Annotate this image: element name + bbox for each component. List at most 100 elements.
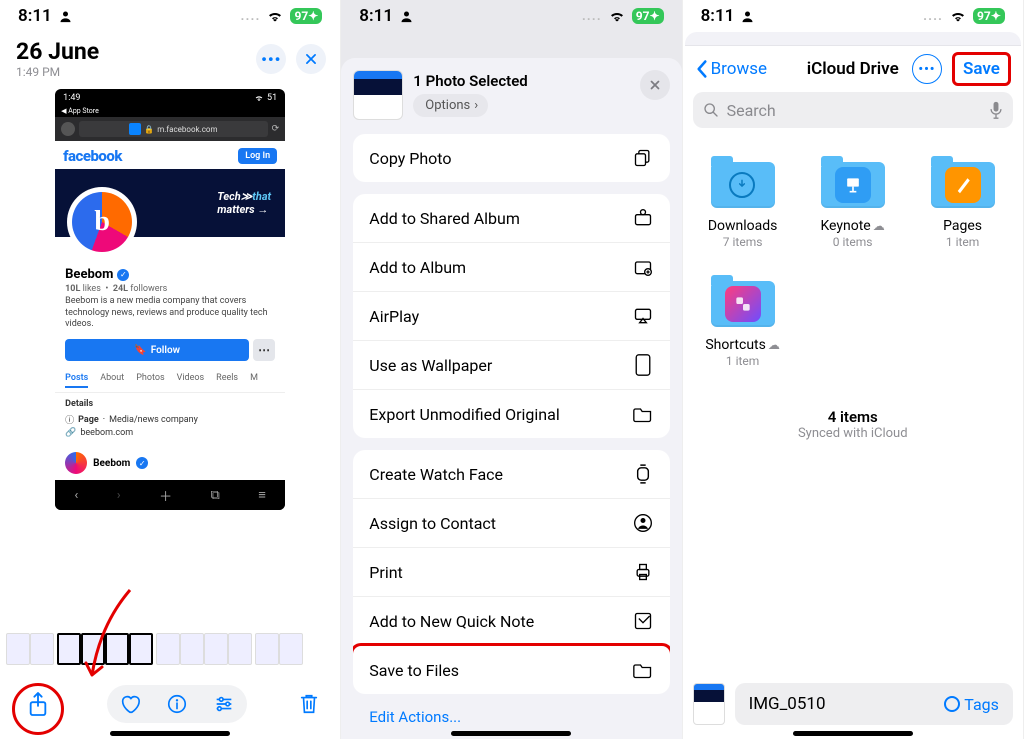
shortcuts-icon (733, 294, 753, 314)
follow-button: 🔖 Follow (65, 339, 249, 361)
back-button[interactable]: Browse (695, 59, 767, 79)
contact-icon (632, 512, 654, 534)
save-button[interactable]: Save (952, 52, 1011, 86)
url-bar: 🔒 m.facebook.com (79, 121, 267, 137)
action-card-3: Create Watch Face Assign to Contact Prin… (353, 450, 669, 694)
action-label: Assign to Contact (369, 514, 496, 533)
facebook-logo: facebook (63, 147, 122, 165)
wifi-icon (266, 9, 284, 23)
page-stats: 10L likes • 24L followers (55, 284, 285, 294)
wifi-icon (254, 94, 264, 102)
safari-toolbar: ‹ › ＋ ⧉ ≡ (55, 480, 285, 510)
login-button: Log In (238, 148, 277, 164)
file-name: IMG_0510 (749, 694, 826, 714)
action-add-shared-album[interactable]: Add to Shared Album (353, 194, 669, 243)
action-export-original[interactable]: Export Unmodified Original (353, 390, 669, 438)
action-card-2: Add to Shared Album Add to Album AirPlay… (353, 194, 669, 438)
verified-icon: ✓ (117, 269, 129, 281)
user-icon (58, 9, 73, 24)
trash-icon (298, 692, 320, 716)
page-details: Details ⓘ Page · Media/news company 🔗 be… (55, 393, 285, 446)
folder-keynote[interactable]: Keynote☁ 0 items (813, 158, 893, 249)
close-icon (649, 79, 661, 91)
watch-icon (632, 463, 654, 485)
files-nav: Browse iCloud Drive ••• Save (683, 46, 1023, 92)
thumbnail-strip[interactable] (0, 629, 340, 669)
folder-label: Keynote (820, 218, 870, 234)
share-icon (27, 691, 49, 717)
heart-icon[interactable] (119, 693, 141, 715)
status-time: 8:11 (359, 6, 393, 26)
photos-detail-screen: 8:11 .... 97✦ 26 June 1:49 PM ••• 1:49 5… (0, 0, 341, 739)
page-name: Beebom (65, 267, 113, 282)
action-label: Copy Photo (369, 149, 451, 168)
folder-downloads[interactable]: Downloads 7 items (703, 158, 783, 249)
home-indicator[interactable] (793, 731, 913, 736)
tags-button[interactable]: Tags (944, 695, 999, 714)
action-label: Save to Files (369, 661, 459, 680)
action-assign-contact[interactable]: Assign to Contact (353, 499, 669, 548)
signal-dots: .... (582, 8, 602, 24)
preview-status-bar: 1:49 51 (55, 89, 285, 107)
album-icon (632, 256, 654, 278)
action-add-album[interactable]: Add to Album (353, 243, 669, 292)
options-button[interactable]: Options› (413, 94, 488, 117)
action-label: Add to Album (369, 258, 466, 277)
wifi-icon (608, 9, 626, 23)
status-bar: 8:11 .... 97✦ (341, 0, 681, 32)
screenshot-preview[interactable]: 1:49 51 ◀ App Store 🔒 m.facebook.com ⟳ f… (55, 89, 285, 510)
folder-pages[interactable]: Pages 1 item (923, 158, 1003, 249)
share-button[interactable] (20, 686, 56, 722)
folder-subtitle: 7 items (703, 235, 783, 249)
folder-subtitle: 0 items (813, 235, 893, 249)
action-label: Add to Shared Album (369, 209, 520, 228)
info-icon[interactable] (166, 693, 188, 715)
preview-browser-bar: 🔒 m.facebook.com ⟳ (55, 117, 285, 141)
folder-label: Downloads (703, 218, 783, 234)
folder-shortcuts[interactable]: Shortcuts☁ 1 item (703, 277, 783, 368)
preview-app-return: ◀ App Store (55, 107, 285, 117)
toolbar-center (107, 685, 247, 723)
page-description: Beebom is a new media company that cover… (55, 294, 285, 333)
signal-dots: .... (923, 8, 943, 24)
page-avatar: b (67, 187, 137, 257)
status-bar: 8:11 .... 97✦ (0, 0, 340, 32)
action-quick-note[interactable]: Add to New Quick Note (353, 597, 669, 646)
sliders-icon[interactable] (213, 693, 235, 715)
menu-icon: ≡ (258, 487, 266, 503)
copy-icon (632, 147, 654, 169)
action-watch-face[interactable]: Create Watch Face (353, 450, 669, 499)
battery-badge: 97✦ (632, 8, 664, 24)
action-label: Add to New Quick Note (369, 612, 534, 631)
folder-subtitle: 1 item (703, 354, 783, 368)
file-name-input[interactable]: IMG_0510 Tags (735, 683, 1013, 725)
action-airplay[interactable]: AirPlay (353, 292, 669, 341)
action-wallpaper[interactable]: Use as Wallpaper (353, 341, 669, 390)
post-item: Beebom ✓ (55, 446, 285, 480)
tag-icon (944, 696, 960, 712)
folder-subtitle: 1 item (923, 235, 1003, 249)
preview-battery: 51 (267, 93, 277, 103)
action-label: Use as Wallpaper (369, 356, 492, 375)
signal-dots: .... (241, 8, 261, 24)
cloud-icon: ☁ (873, 219, 885, 233)
home-indicator[interactable] (110, 731, 230, 736)
home-indicator[interactable] (451, 731, 571, 736)
more-button[interactable]: ••• (912, 54, 942, 84)
airplay-icon (632, 305, 654, 327)
print-icon (632, 561, 654, 583)
action-save-to-files[interactable]: Save to Files (353, 646, 669, 694)
status-bar: 8:11 .... 97✦ (683, 0, 1023, 32)
delete-button[interactable] (298, 692, 320, 716)
photo-preview-wrap: 1:49 51 ◀ App Store 🔒 m.facebook.com ⟳ f… (0, 83, 340, 629)
search-placeholder: Search (727, 101, 981, 120)
user-icon (399, 9, 414, 24)
plus-icon: ＋ (159, 486, 172, 505)
action-copy-photo[interactable]: Copy Photo (353, 134, 669, 182)
action-print[interactable]: Print (353, 548, 669, 597)
search-input[interactable]: Search (693, 92, 1013, 128)
file-thumb (693, 683, 725, 725)
selected-photo-thumb (353, 70, 403, 120)
close-sheet-button[interactable] (640, 70, 670, 100)
mic-icon[interactable] (989, 101, 1003, 119)
